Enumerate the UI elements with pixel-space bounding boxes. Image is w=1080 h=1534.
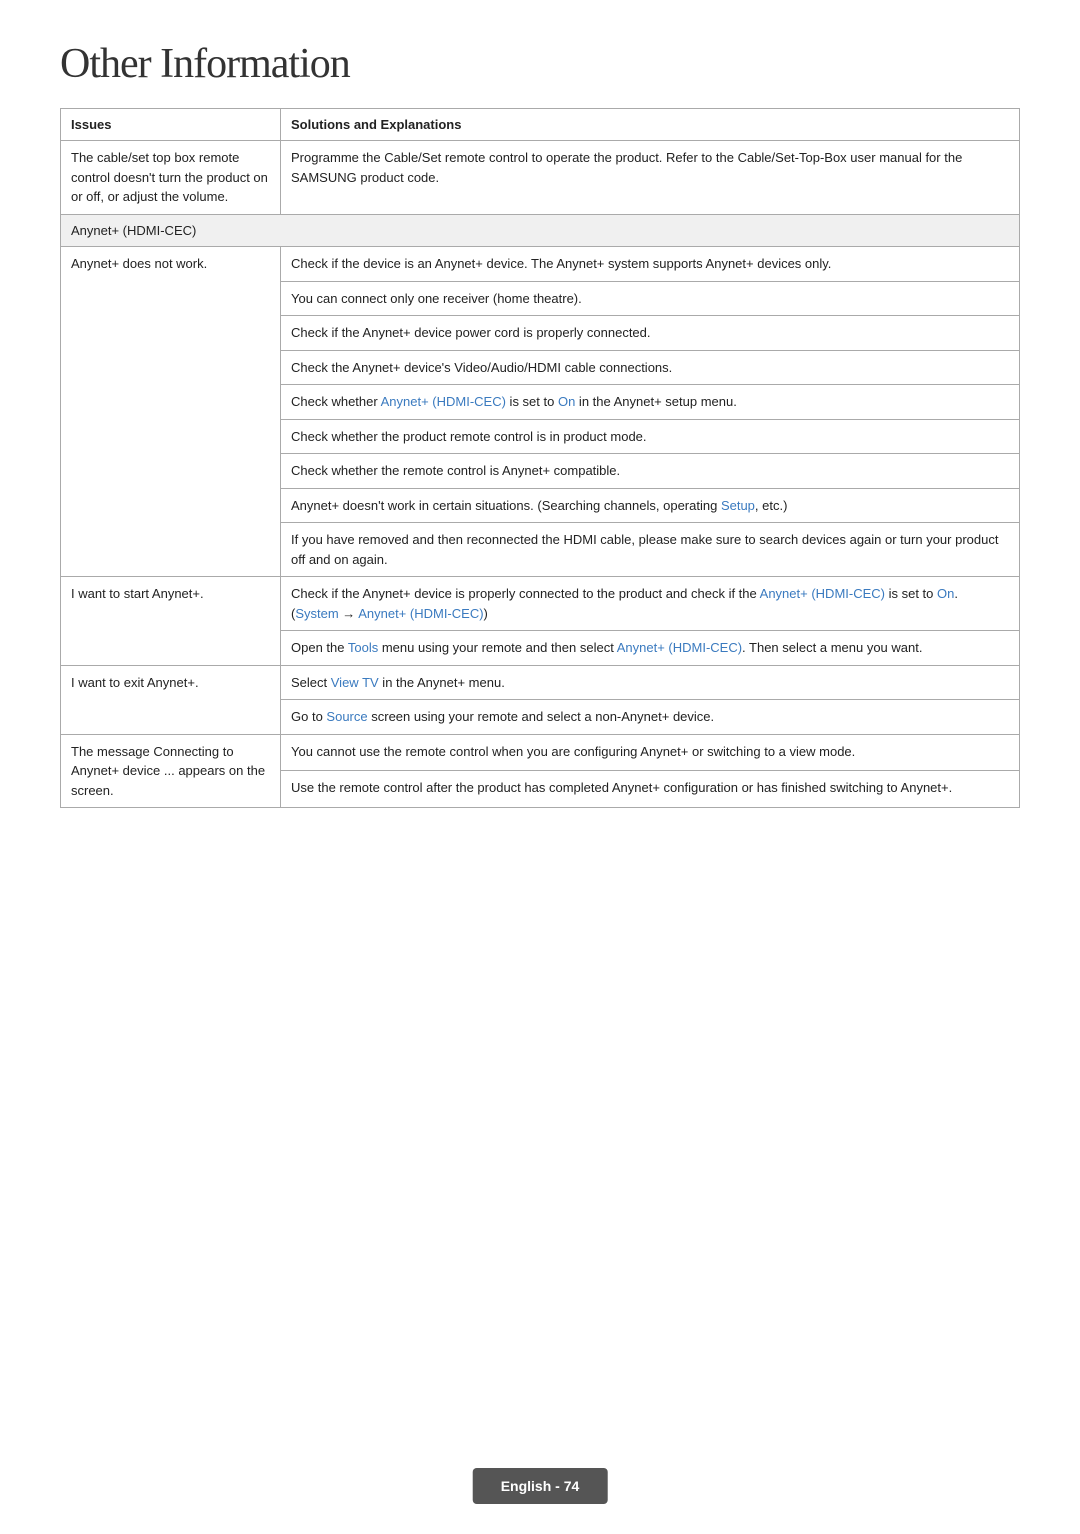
table-row: I want to exit Anynet+. Select View TV i…	[61, 665, 1020, 700]
solution-cell: Programme the Cable/Set remote control t…	[281, 141, 1020, 215]
section-header-row: Anynet+ (HDMI-CEC)	[61, 214, 1020, 247]
issue-cell: The cable/set top box remote control doe…	[61, 141, 281, 215]
table-row: The message Connecting to Anynet+ device…	[61, 734, 1020, 771]
solution-cell: Check if the Anynet+ device power cord i…	[281, 316, 1020, 351]
table-row: I want to start Anynet+. Check if the An…	[61, 577, 1020, 631]
table-row: The cable/set top box remote control doe…	[61, 141, 1020, 215]
issue-cell: Anynet+ does not work.	[61, 247, 281, 577]
solution-cell: Go to Source screen using your remote an…	[281, 700, 1020, 735]
issue-cell: The message Connecting to Anynet+ device…	[61, 734, 281, 808]
solution-cell: Check whether Anynet+ (HDMI-CEC) is set …	[281, 385, 1020, 420]
solution-cell: Check the Anynet+ device's Video/Audio/H…	[281, 350, 1020, 385]
col-issues-header: Issues	[61, 109, 281, 141]
solution-cell: Anynet+ doesn't work in certain situatio…	[281, 488, 1020, 523]
page-footer: English - 74	[473, 1468, 608, 1504]
solution-cell: Check whether the remote control is Anyn…	[281, 454, 1020, 489]
main-table: Issues Solutions and Explanations The ca…	[60, 108, 1020, 808]
solution-cell: Check if the Anynet+ device is properly …	[281, 577, 1020, 631]
solution-cell: Select View TV in the Anynet+ menu.	[281, 665, 1020, 700]
solution-cell: You can connect only one receiver (home …	[281, 281, 1020, 316]
solution-cell: Check if the device is an Anynet+ device…	[281, 247, 1020, 282]
solution-cell: Check whether the product remote control…	[281, 419, 1020, 454]
page-title: Other Information	[60, 40, 1020, 88]
col-solutions-header: Solutions and Explanations	[281, 109, 1020, 141]
section-header-label: Anynet+ (HDMI-CEC)	[61, 214, 1020, 247]
solution-cell: Use the remote control after the product…	[281, 771, 1020, 808]
issue-cell: I want to exit Anynet+.	[61, 665, 281, 734]
table-row: Anynet+ does not work. Check if the devi…	[61, 247, 1020, 282]
issue-cell: I want to start Anynet+.	[61, 577, 281, 666]
solution-cell: If you have removed and then reconnected…	[281, 523, 1020, 577]
solution-cell: You cannot use the remote control when y…	[281, 734, 1020, 771]
solution-cell: Open the Tools menu using your remote an…	[281, 631, 1020, 666]
